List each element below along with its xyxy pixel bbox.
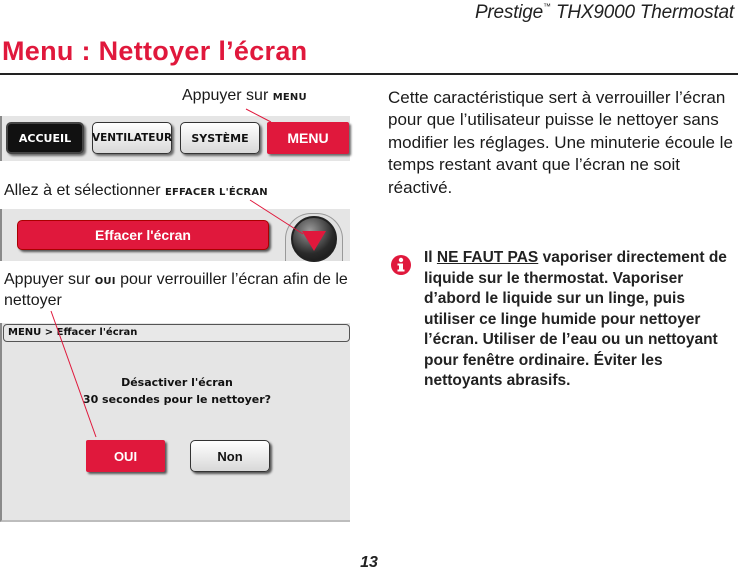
non-button[interactable]: Non (190, 440, 270, 472)
trademark: ™ (543, 2, 551, 11)
scroll-housing (285, 213, 343, 262)
tab-menu[interactable]: MENU (267, 122, 349, 154)
screen-menu-list: Effacer l'écran (0, 209, 350, 262)
intro-paragraph: Cette caractéristique sert à verrouiller… (388, 88, 733, 197)
step-3-callout: Appuyer sur OUI pour verrouiller l’écran… (4, 270, 349, 310)
warning-paragraph: Il NE FAUT PAS vaporiser directement de … (424, 248, 738, 392)
product-name: Prestige (474, 2, 544, 23)
page-number: 13 (360, 554, 378, 570)
step-1-key: MENU (272, 92, 307, 103)
scroll-down-button[interactable] (291, 216, 337, 262)
step-3-text: Appuyer sur (4, 271, 95, 288)
tab-ventilateur[interactable]: VENTILATEUR (92, 122, 172, 154)
screen-home-tabs: ACCUEIL VENTILATEUR SYSTÈME MENU (0, 116, 350, 161)
step-1-callout: Appuyer sur MENU (182, 86, 307, 107)
step-1-text: Appuyer sur (182, 87, 273, 104)
breadcrumb: MENU > Effacer l'écran (3, 324, 350, 342)
step-2-callout: Allez à et sélectionner EFFACER L'ÉCRAN (4, 181, 268, 202)
step-2-key: EFFACER L'ÉCRAN (164, 187, 268, 198)
step-3-key: OUI (94, 276, 116, 287)
screen-dialog: MENU > Effacer l'écran Désactiver l'écra… (0, 323, 350, 522)
dialog-line-1: Désactiver l'écran (121, 376, 233, 389)
oui-button[interactable]: OUI (86, 440, 165, 472)
dialog-message: Désactiver l'écran 30 secondes pour le n… (2, 374, 352, 408)
warning-emphasis: NE FAUT PAS (436, 249, 539, 266)
effacer-ecran-button[interactable]: Effacer l'écran (17, 220, 269, 250)
tab-accueil[interactable]: ACCUEIL (6, 122, 84, 154)
page-title: Menu : Nettoyer l’écran (2, 36, 308, 66)
running-header: Prestige™ THX9000 Thermostat (475, 2, 734, 24)
model-name: THX9000 Thermostat (555, 2, 734, 23)
info-icon (391, 255, 411, 275)
dialog-line-2: 30 secondes pour le nettoyer? (82, 393, 272, 406)
title-rule (0, 73, 738, 75)
warning-lead: Il (424, 249, 437, 266)
down-arrow-icon (302, 231, 326, 251)
tab-systeme[interactable]: SYSTÈME (180, 122, 260, 154)
warning-text: vaporiser directement de liquide sur le … (424, 249, 727, 389)
step-2-text: Allez à et sélectionner (4, 182, 165, 199)
